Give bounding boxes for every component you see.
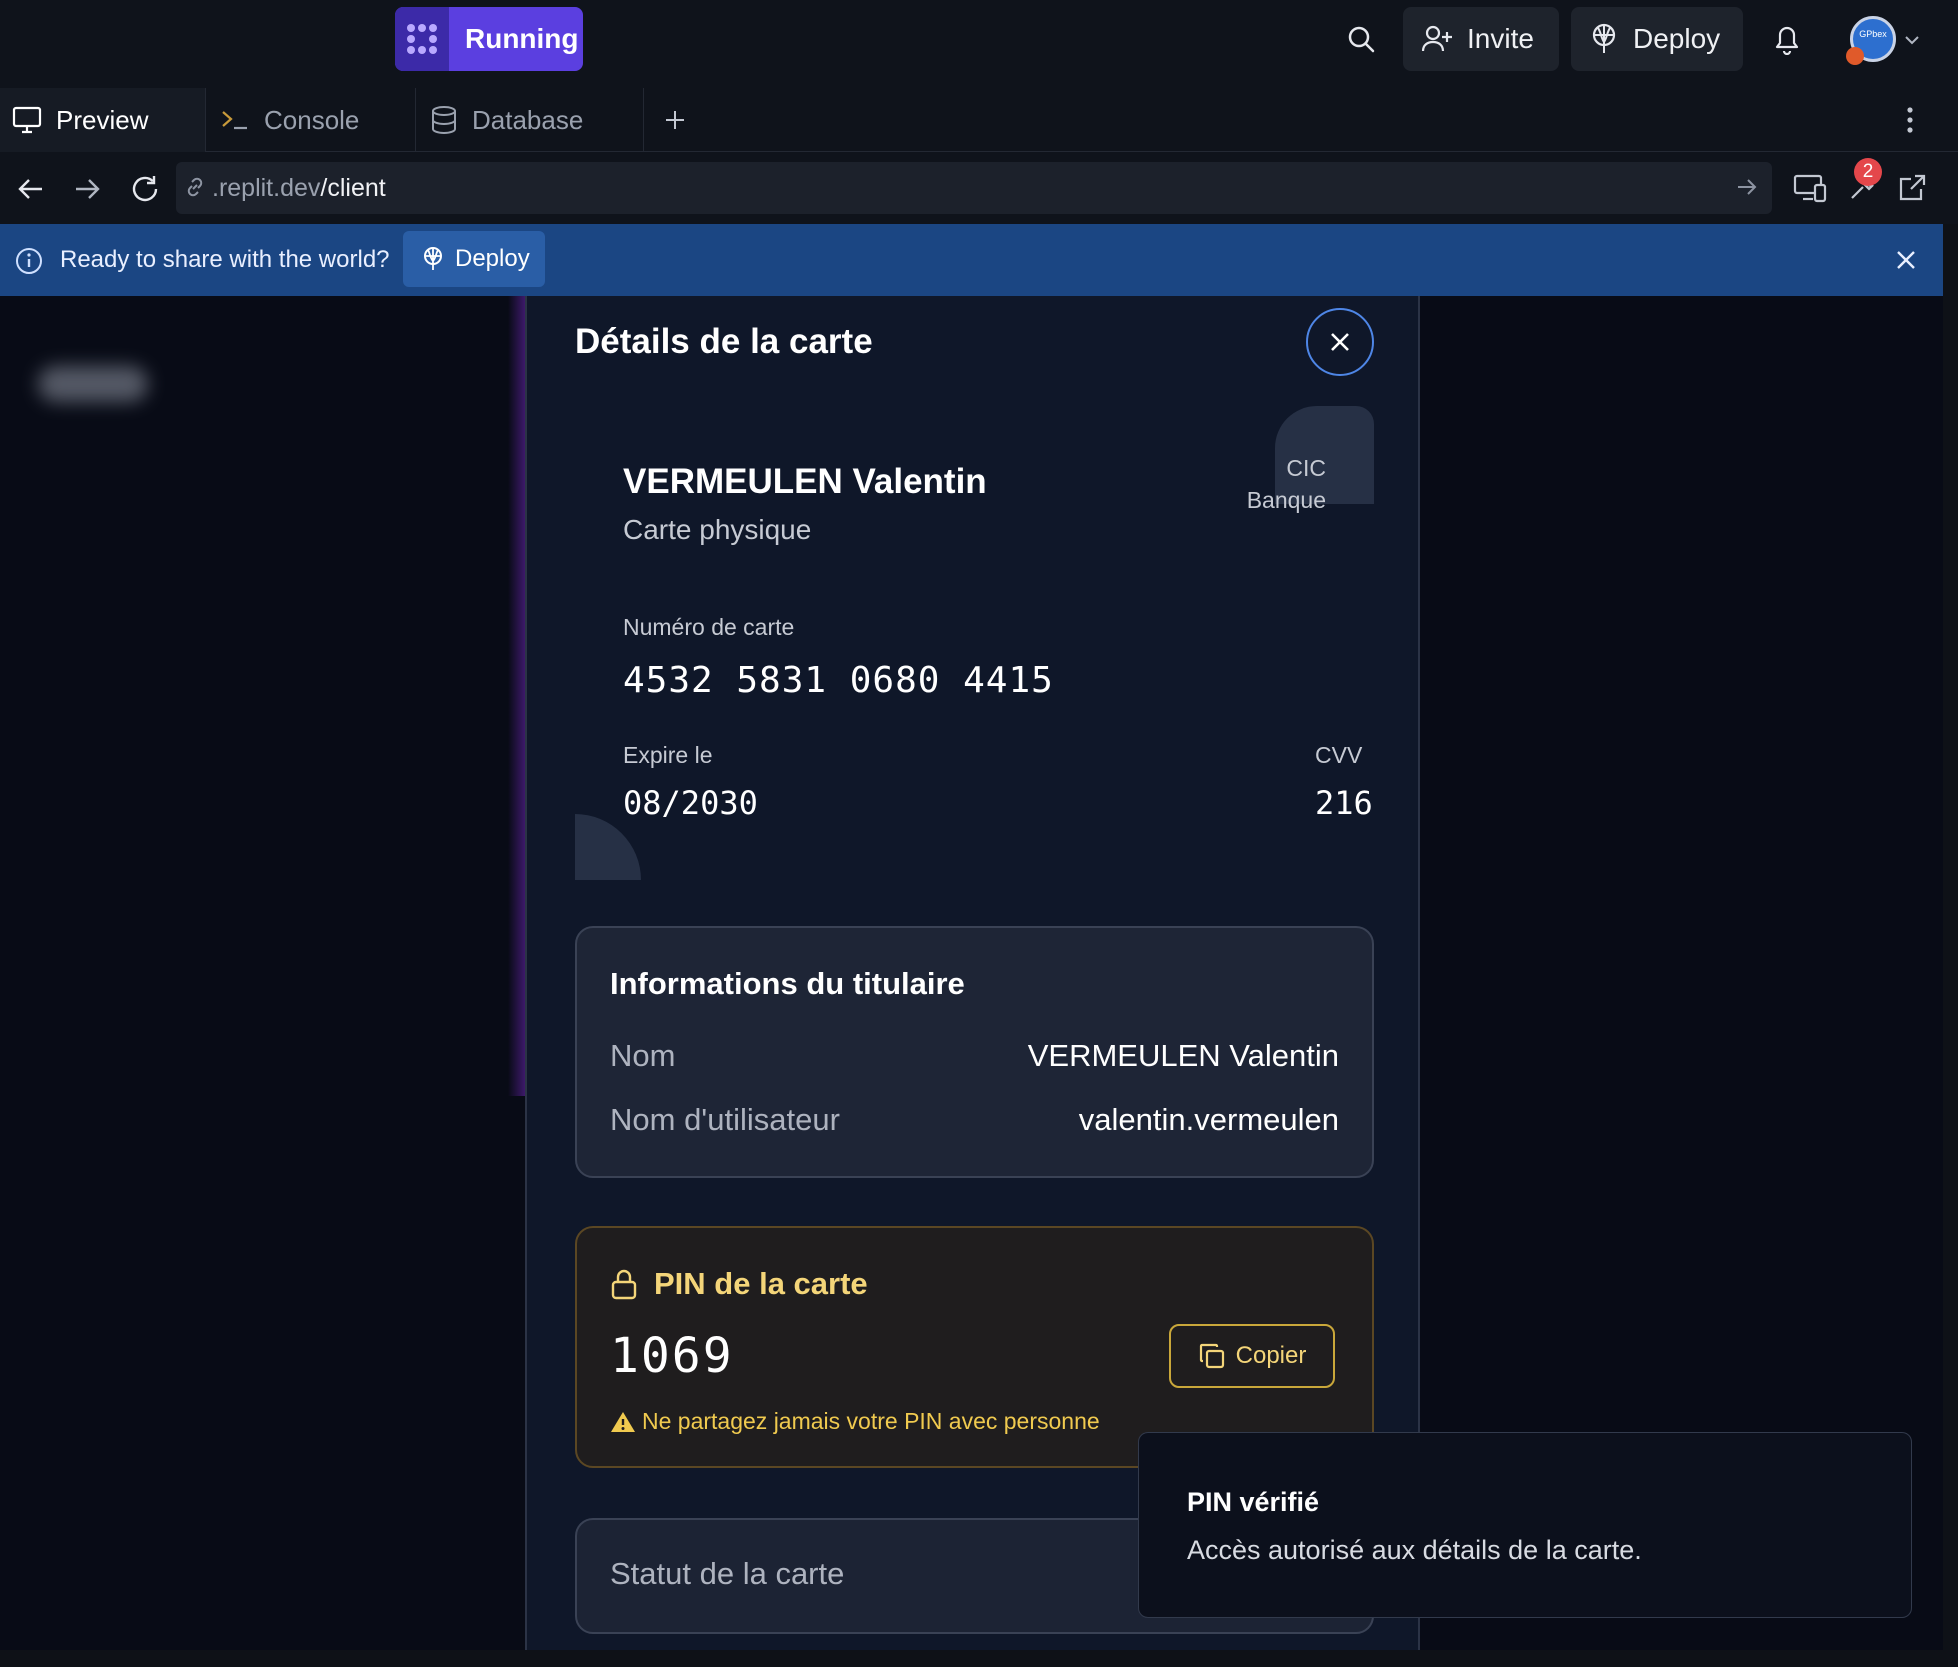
holder-info-title: Informations du titulaire xyxy=(610,966,965,1001)
cvv-label: CVV xyxy=(1315,742,1363,768)
url-text: .replit.dev/client xyxy=(212,162,386,214)
forward-icon[interactable] xyxy=(70,172,104,206)
toast-message: Accès autorisé aux détails de la carte. xyxy=(1187,1535,1642,1565)
expiry-value: 08/2030 xyxy=(623,784,758,822)
terminal-icon xyxy=(220,108,250,132)
link-icon xyxy=(184,176,206,198)
avatar-text: GPbex xyxy=(1859,29,1887,39)
url-input[interactable]: .replit.dev/client xyxy=(176,162,1772,214)
top-bar: Running Invite Deploy GPbex xyxy=(0,0,1958,88)
add-user-icon xyxy=(1421,24,1453,54)
banner-deploy-button[interactable]: Deploy xyxy=(403,231,545,287)
banner-deploy-label: Deploy xyxy=(455,245,530,272)
copy-icon xyxy=(1198,1342,1226,1370)
tab-label: Preview xyxy=(56,104,149,135)
deploy-button[interactable]: Deploy xyxy=(1571,7,1743,71)
run-button[interactable]: Running xyxy=(395,7,583,71)
go-icon[interactable] xyxy=(1736,176,1758,198)
tab-label: Database xyxy=(472,104,584,135)
bank-name: CIC Banque xyxy=(1247,452,1326,516)
expiry-label: Expire le xyxy=(623,742,713,768)
pin-warning: Ne partagez jamais votre PIN avec person… xyxy=(610,1408,1100,1435)
card-status-title: Statut de la carte xyxy=(610,1556,845,1591)
back-icon[interactable] xyxy=(14,172,48,206)
holder-info-section: Informations du titulaire Nom VERMEULEN … xyxy=(575,926,1374,1178)
close-icon[interactable] xyxy=(1892,246,1920,274)
close-modal-button[interactable] xyxy=(1306,308,1374,376)
more-options-icon[interactable] xyxy=(1898,102,1922,138)
warning-icon xyxy=(610,1410,636,1434)
deploy-label: Deploy xyxy=(1633,23,1721,54)
url-domain: .replit.dev xyxy=(212,174,321,202)
pin-warning-text: Ne partagez jamais votre PIN avec person… xyxy=(642,1408,1100,1434)
pin-value: 1069 xyxy=(610,1328,734,1384)
card-decoration xyxy=(575,814,641,880)
username-label: Nom d'utilisateur xyxy=(610,1102,840,1137)
card-number: 4532 5831 0680 4415 xyxy=(623,660,1054,701)
name-label: Nom xyxy=(610,1038,676,1073)
deploy-icon xyxy=(1589,23,1619,55)
username-value: valentin.vermeulen xyxy=(1078,1102,1339,1137)
card-type: Carte physique xyxy=(623,514,812,545)
glow-edge xyxy=(508,296,526,1096)
lock-icon xyxy=(610,1268,638,1300)
chevron-down-icon[interactable] xyxy=(1902,30,1922,50)
replit-logo-icon xyxy=(395,7,449,71)
name-value: VERMEULEN Valentin xyxy=(1027,1038,1339,1073)
bell-icon[interactable] xyxy=(1762,14,1812,64)
copy-pin-button[interactable]: Copier xyxy=(1169,1324,1335,1388)
invite-label: Invite xyxy=(1467,23,1534,54)
database-icon xyxy=(430,105,458,135)
pin-title-text: PIN de la carte xyxy=(654,1266,868,1301)
reload-icon[interactable] xyxy=(126,170,164,208)
deploy-icon xyxy=(421,246,445,272)
add-tab-button[interactable] xyxy=(660,100,690,140)
info-icon xyxy=(14,246,44,276)
notification-badge: 2 xyxy=(1854,158,1882,186)
cvv-value: 216 xyxy=(1315,784,1373,822)
card-holder-name: VERMEULEN Valentin xyxy=(623,462,987,501)
invite-button[interactable]: Invite xyxy=(1403,7,1559,71)
blurred-logo xyxy=(38,366,148,402)
deploy-banner: Ready to share with the world? Deploy xyxy=(0,224,1943,296)
card-number-label: Numéro de carte xyxy=(623,614,795,640)
tab-console[interactable]: Console xyxy=(206,88,416,152)
monitor-icon xyxy=(12,106,42,134)
bank-line: Banque xyxy=(1246,487,1326,513)
tab-database[interactable]: Database xyxy=(416,88,644,152)
open-external-icon[interactable] xyxy=(1892,168,1932,208)
avatar-status-icon xyxy=(1846,47,1864,65)
address-bar: .replit.dev/client 2 xyxy=(0,152,1958,224)
close-icon xyxy=(1328,330,1352,354)
run-label: Running xyxy=(465,23,579,54)
devices-icon[interactable] xyxy=(1790,168,1830,208)
search-icon[interactable] xyxy=(1336,14,1386,64)
bank-card: VERMEULEN Valentin Carte physique CIC Ba… xyxy=(575,406,1374,880)
modal-title: Détails de la carte xyxy=(575,322,873,361)
toast-notification: PIN vérifié Accès autorisé aux détails d… xyxy=(1138,1432,1912,1618)
tab-bar: Preview Console Database xyxy=(0,88,1958,152)
copy-label: Copier xyxy=(1235,1342,1307,1369)
tab-label: Console xyxy=(264,104,360,135)
banner-message: Ready to share with the world? xyxy=(60,246,390,273)
tab-preview[interactable]: Preview xyxy=(0,88,206,152)
url-path: /client xyxy=(320,174,386,202)
bank-line: CIC xyxy=(1286,455,1326,481)
toast-title: PIN vérifié xyxy=(1187,1487,1320,1517)
pin-title: PIN de la carte xyxy=(610,1266,868,1302)
